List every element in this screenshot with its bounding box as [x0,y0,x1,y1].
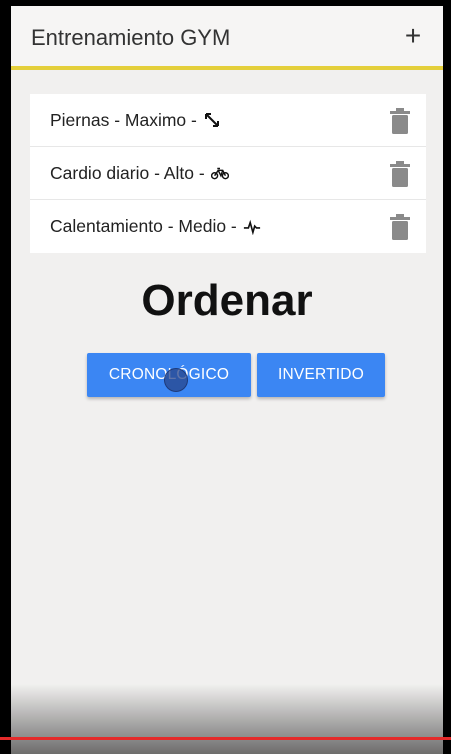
trash-icon[interactable] [389,161,411,187]
bicycle-icon [210,167,229,180]
list-item[interactable]: Cardio diario - Alto - [30,147,426,200]
inverted-sort-button[interactable]: INVERTIDO [257,353,385,397]
trash-icon[interactable] [389,108,411,134]
workout-label: Cardio diario - Alto - [50,162,205,183]
list-item[interactable]: Calentamiento - Medio - [30,200,426,253]
heartbeat-icon [243,219,260,235]
sort-heading: Ordenar [141,276,313,325]
video-frame: Entrenamiento GYM + Piernas - Maximo - C… [0,0,451,754]
phone-screen: Entrenamiento GYM + Piernas - Maximo - C… [11,6,443,754]
app-bar: Entrenamiento GYM + [11,6,443,70]
video-overlay-gradient [0,684,451,754]
app-title: Entrenamiento GYM [31,25,231,50]
touch-indicator [164,368,188,392]
workout-list: Piernas - Maximo - Cardio diario - Alto … [30,94,426,253]
list-item[interactable]: Piernas - Maximo - [30,94,426,147]
add-workout-button[interactable]: + [397,20,429,52]
arrow-diagonal-icon [204,113,219,127]
workout-label: Piernas - Maximo - [50,109,197,130]
video-progress-bar[interactable] [0,737,451,740]
workout-label: Calentamiento - Medio - [50,216,237,236]
trash-icon[interactable] [389,214,411,240]
